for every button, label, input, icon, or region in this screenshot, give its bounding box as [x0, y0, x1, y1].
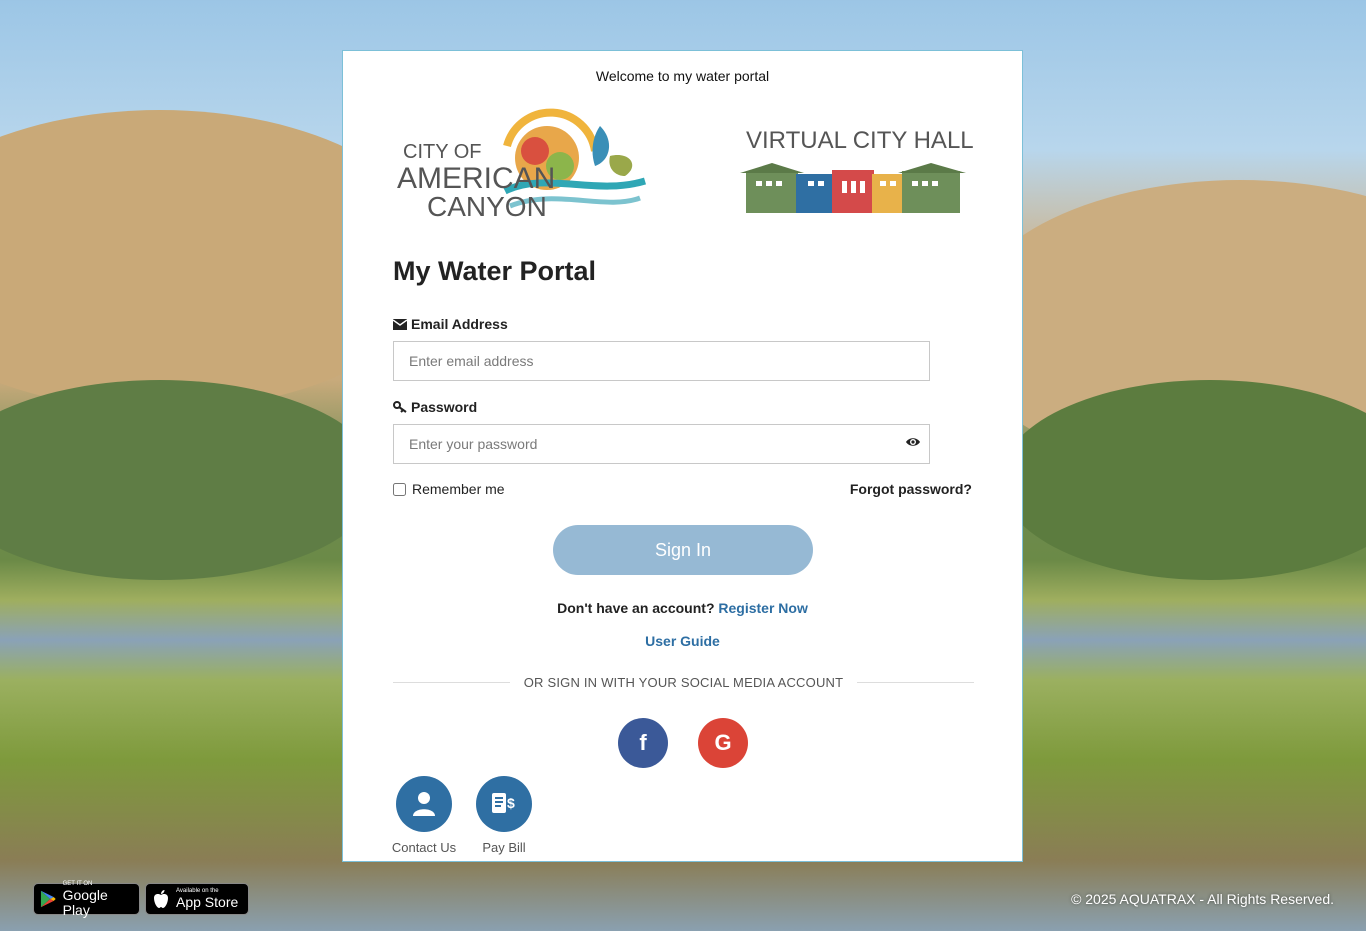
facebook-icon: f	[639, 730, 647, 755]
password-label: Password	[393, 399, 477, 415]
copyright-text: © 2025 AQUATRAX - All Rights Reserved.	[1071, 891, 1334, 907]
pay-bill-label: Pay Bill	[482, 840, 526, 855]
user-icon	[413, 792, 435, 816]
virtual-city-hall-logo: VIRTUAL CITY HALL	[740, 127, 973, 213]
facebook-login-button[interactable]: f	[618, 718, 668, 768]
city-of-text: CITY OF	[403, 141, 482, 163]
svg-text:$: $	[507, 795, 515, 811]
email-label-text: Email Address	[411, 316, 508, 332]
google-play-text: Google Play	[62, 886, 108, 918]
email-label: Email Address	[393, 316, 508, 332]
google-login-button[interactable]: G	[698, 718, 748, 768]
virtual-city-hall-text: VIRTUAL CITY HALL	[746, 127, 973, 154]
american-canyon-logo: CITY OF AMERICAN CANYON	[397, 108, 647, 222]
register-now-link[interactable]: Register Now	[718, 600, 807, 616]
key-icon	[393, 401, 407, 413]
social-divider-text: OR SIGN IN WITH YOUR SOCIAL MEDIA ACCOUN…	[523, 675, 844, 690]
contact-us-button[interactable]	[396, 776, 452, 832]
social-divider: OR SIGN IN WITH YOUR SOCIAL MEDIA ACCOUN…	[393, 675, 975, 690]
remember-me-label: Remember me	[412, 481, 505, 497]
sign-in-button[interactable]: Sign In	[553, 525, 813, 575]
app-store-text: App Store	[176, 894, 239, 910]
contact-us-label: Contact Us	[391, 840, 457, 855]
remember-me-checkbox[interactable]	[393, 482, 406, 496]
divider-line-right	[857, 682, 975, 683]
welcome-text: Welcome to my water portal	[595, 68, 770, 84]
canyon-text: CANYON	[427, 191, 547, 222]
page-title: My Water Portal	[393, 256, 597, 286]
bill-dollar-icon: $	[492, 793, 515, 813]
google-play-icon	[40, 890, 56, 908]
envelope-icon	[393, 318, 407, 330]
google-play-badge[interactable]: GET IT ON Google Play	[33, 881, 140, 918]
pay-bill-button[interactable]: $	[476, 776, 532, 832]
register-prompt-text: Don't have an account?	[557, 600, 715, 616]
divider-line-left	[393, 682, 510, 683]
google-icon: G	[714, 730, 732, 755]
user-guide-link[interactable]: User Guide	[343, 633, 1022, 649]
show-password-eye-icon[interactable]	[905, 435, 921, 449]
password-label-text: Password	[411, 399, 478, 415]
register-prompt: Don't have an account? Register Now	[343, 600, 1022, 616]
forgot-password-link[interactable]: Forgot password?	[850, 481, 972, 497]
email-input[interactable]	[393, 341, 930, 381]
login-card: Welcome to my water portal CITY OF AMERI…	[342, 50, 1023, 862]
remember-me[interactable]: Remember me	[393, 481, 505, 497]
app-store-badge[interactable]: Available on the App Store	[145, 883, 249, 915]
password-input[interactable]	[393, 424, 930, 464]
apple-icon	[154, 890, 168, 908]
